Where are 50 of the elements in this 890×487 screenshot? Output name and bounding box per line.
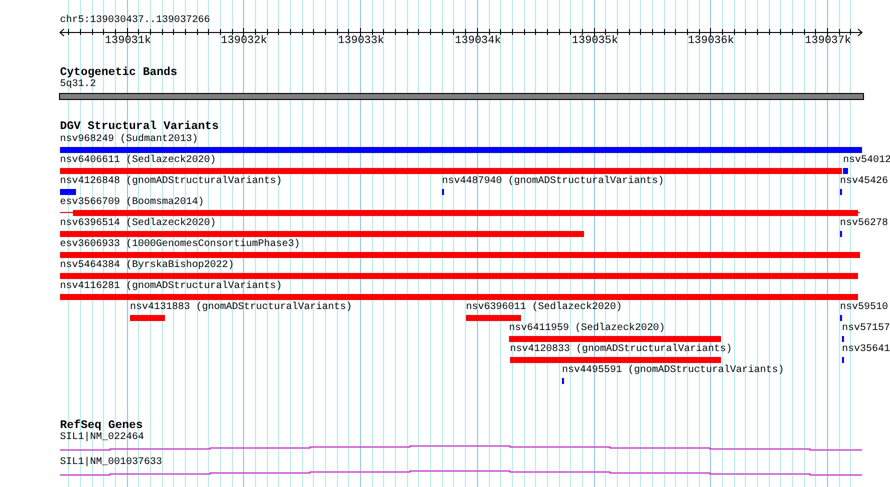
variant-label: esv3606933 (1000GenomesConsortiumPhase3) (60, 239, 300, 251)
variant-label: nsv4120833 (gnomADStructuralVariants) (510, 344, 732, 356)
tick-label: 139034k (454, 35, 502, 47)
variant-label: nsv4126848 (gnomADStructuralVariants) (60, 176, 282, 188)
tick-label: 139037k (804, 35, 852, 47)
variant-label: nsv4131883 (gnomADStructuralVariants) (130, 302, 352, 314)
variant-label: nsv56278 (840, 218, 888, 230)
variant-bar[interactable] (60, 231, 584, 237)
transcript-label: SIL1|NM_022464 (60, 432, 144, 444)
transcript-label: SIL1|NM_001037633 (60, 457, 162, 469)
variant-bar[interactable] (60, 294, 858, 300)
variant-label: nsv5464384 (ByrskaBishop2022) (60, 260, 234, 272)
track-title: RefSeq Genes (60, 420, 143, 432)
transcript-line[interactable] (60, 446, 862, 450)
chromosome-band[interactable] (59, 93, 864, 100)
track-title: Cytogenetic Bands (60, 67, 178, 79)
tick-label: 139035k (572, 35, 618, 47)
variant-bar[interactable] (60, 252, 860, 258)
variant-bar[interactable] (60, 168, 842, 174)
variant-bar[interactable] (60, 273, 858, 279)
variant-bar[interactable] (510, 357, 721, 363)
variant-bar[interactable] (466, 315, 521, 321)
variant-label: nsv4116281 (gnomADStructuralVariants) (60, 281, 282, 293)
variant-label: nsv45426 (840, 176, 888, 188)
tick-label: 139031k (104, 35, 152, 47)
variant-label: nsv59510 (840, 302, 888, 314)
variant-label: nsv4495591 (gnomADStructuralVariants) (562, 365, 784, 377)
transcript-line[interactable] (60, 470, 862, 476)
tick-label: 139033k (338, 35, 384, 47)
location-label: chr5:139030437..139037266 (60, 15, 210, 27)
tick-label: 139036k (688, 35, 734, 47)
band-label: 5q31.2 (60, 79, 96, 91)
track-title: DGV Structural Variants (60, 121, 219, 133)
variant-label: nsv35641 (842, 344, 890, 356)
variant-label: nsv54012 (843, 155, 890, 167)
variant-bar[interactable] (60, 147, 862, 153)
variant-bar[interactable] (60, 189, 76, 195)
variant-label: nsv6396514 (Sedlazeck2020) (60, 218, 216, 230)
variant-label: nsv6411959 (Sedlazeck2020) (509, 323, 666, 335)
tick-label: 139032k (220, 35, 268, 47)
variant-bar[interactable] (509, 336, 721, 342)
variant-label: nsv57157 (842, 323, 890, 335)
variant-label: nsv4487940 (gnomADStructuralVariants) (442, 176, 664, 188)
variant-bar[interactable] (843, 168, 848, 174)
variant-bar[interactable] (130, 315, 165, 321)
variant-label: nsv6406611 (Sedlazeck2020) (60, 155, 216, 167)
variant-label: nsv6396011 (Sedlazeck2020) (466, 302, 622, 314)
variant-label: esv3566709 (Boomsma2014) (60, 197, 204, 209)
variant-bar[interactable] (60, 210, 860, 216)
variant-label: nsv968249 (Sudmant2013) (60, 134, 198, 146)
